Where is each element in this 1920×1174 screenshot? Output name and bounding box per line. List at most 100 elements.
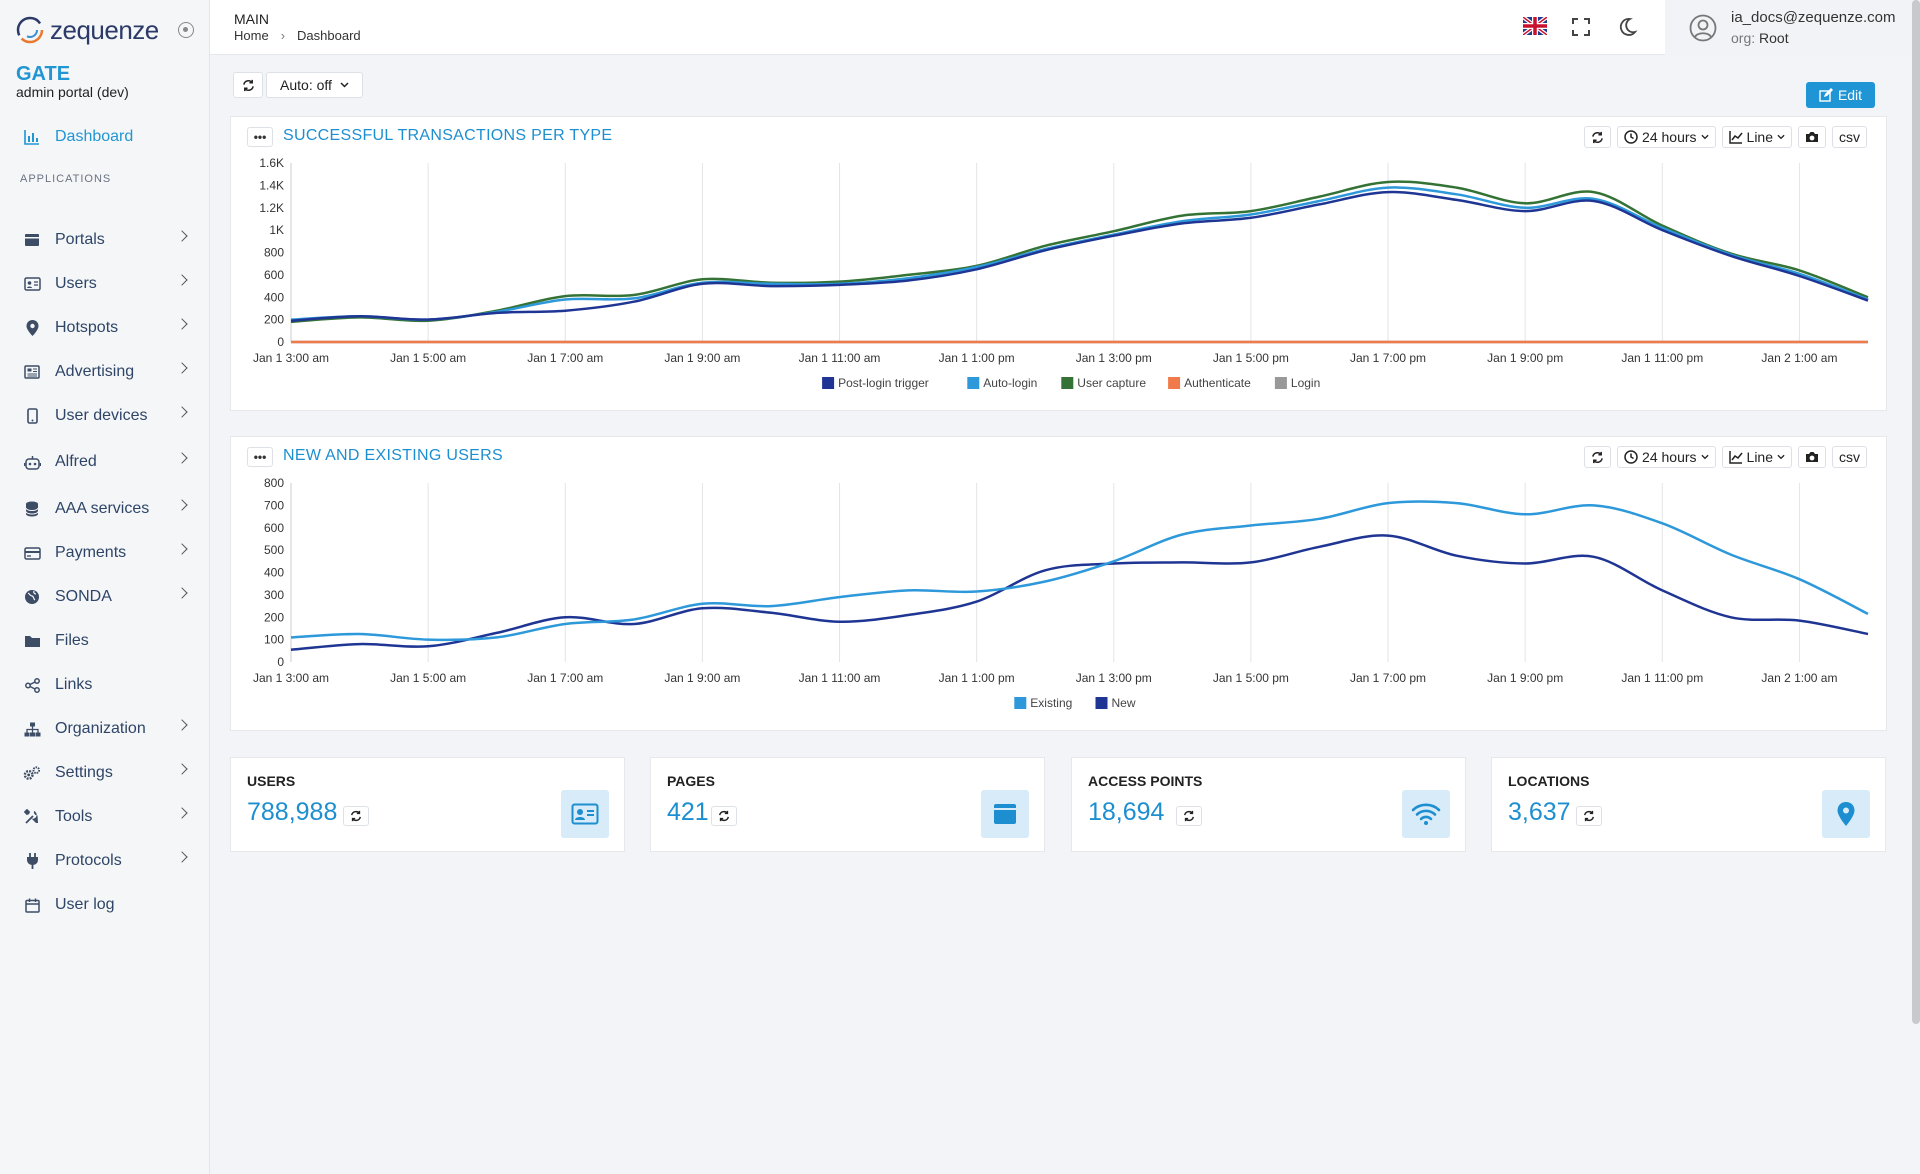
series-line-existing[interactable] — [290, 500, 1869, 642]
user-menu[interactable]: ia_docs@zequenze.com org: Root — [1665, 0, 1920, 55]
chart-refresh-button[interactable] — [1584, 126, 1612, 148]
refresh-icon — [1583, 810, 1595, 822]
chevron-down-icon — [1777, 454, 1785, 460]
pin-sidebar-icon[interactable] — [178, 22, 194, 38]
location-icon — [1822, 790, 1870, 838]
legend-label: Post-login trigger — [838, 376, 929, 390]
y-tick-label: 200 — [264, 610, 284, 624]
card-options-button[interactable]: ••• — [247, 127, 273, 147]
legend-swatch — [1061, 377, 1074, 389]
chevron-right-icon — [176, 851, 188, 863]
sidebar-item-advertising[interactable]: Advertising — [0, 354, 210, 390]
csv-export-button[interactable]: csv — [1832, 446, 1867, 468]
sidebar-item-label: Portals — [55, 231, 105, 248]
stat-card-pages: PAGES 421 — [650, 757, 1045, 852]
database-icon — [23, 500, 41, 518]
sidebar-item-label: Settings — [55, 764, 113, 781]
chevron-right-icon — [176, 499, 188, 511]
sidebar-item-payments[interactable]: Payments — [0, 535, 210, 571]
newspaper-icon — [23, 363, 41, 381]
screenshot-button[interactable] — [1798, 126, 1826, 148]
sidebar-item-portals[interactable]: Portals — [0, 222, 210, 258]
series-line-user-capture[interactable] — [290, 180, 1869, 324]
legend-item[interactable]: Authenticate — [1168, 376, 1251, 390]
time-range-dropdown[interactable]: 24 hours — [1617, 126, 1716, 148]
plug-icon — [23, 852, 41, 870]
clock-icon — [1624, 450, 1638, 464]
users-line-chart: Jan 1 3:00 am Jan 1 5:00 am Jan 1 7:00 am J… — [253, 476, 1869, 710]
sidebar-item-files[interactable]: Files — [0, 623, 210, 659]
time-range-label: 24 hours — [1642, 449, 1697, 465]
csv-export-button[interactable]: csv — [1832, 126, 1867, 148]
sidebar-item-user-devices[interactable]: User devices — [0, 398, 210, 434]
series-line-post-login-trigger[interactable] — [290, 190, 1869, 322]
legend-item[interactable]: Login — [1274, 376, 1320, 390]
legend-item[interactable]: Post-login trigger — [822, 376, 929, 390]
legend-item[interactable]: Auto-login — [967, 376, 1037, 390]
uk-flag-icon[interactable] — [1523, 17, 1547, 35]
portal-icon — [23, 231, 41, 249]
tools-icon — [23, 808, 41, 826]
edit-button[interactable]: Edit — [1806, 82, 1875, 108]
x-tick-label: Jan 1 3:00 am — [253, 351, 329, 365]
auto-refresh-dropdown[interactable]: Auto: off — [266, 72, 363, 98]
logo[interactable]: zequenze — [14, 14, 194, 46]
dark-mode-moon-icon[interactable] — [1616, 16, 1638, 38]
user-avatar-icon — [1689, 14, 1717, 42]
legend-swatch — [822, 377, 835, 389]
chart-refresh-button[interactable] — [1584, 446, 1612, 468]
stat-refresh-button[interactable] — [343, 806, 369, 826]
sidebar-item-aaa-services[interactable]: AAA services — [0, 491, 210, 527]
refresh-icon — [718, 810, 730, 822]
bar-chart-icon — [23, 128, 41, 146]
globe-icon — [23, 588, 41, 606]
sidebar-item-user-log[interactable]: User log — [0, 887, 210, 923]
sidebar-item-sonda[interactable]: SONDA — [0, 579, 210, 615]
sidebar-item-label: Tools — [55, 808, 93, 825]
sidebar-item-organization[interactable]: Organization — [0, 711, 210, 747]
x-tick-label: Jan 1 5:00 am — [390, 351, 466, 365]
chart-title: SUCCESSFUL TRANSACTIONS PER TYPE — [283, 127, 613, 144]
stat-card-users: USERS 788,988 — [230, 757, 625, 852]
sidebar-item-label: Hotspots — [55, 319, 119, 336]
chart-title: NEW AND EXISTING USERS — [283, 447, 503, 464]
legend-item[interactable]: New — [1095, 696, 1136, 710]
sidebar-item-settings[interactable]: Settings — [0, 755, 210, 791]
sidebar-item-links[interactable]: Links — [0, 667, 210, 703]
card-options-button[interactable]: ••• — [247, 447, 273, 467]
legend-item[interactable]: Existing — [1014, 696, 1072, 710]
chevron-right-icon — [176, 807, 188, 819]
x-tick-label: Jan 1 11:00 pm — [1621, 351, 1703, 365]
chart-type-dropdown[interactable]: Line — [1721, 446, 1792, 468]
calendar-icon — [23, 896, 41, 914]
transactions-line-chart: Jan 1 3:00 am Jan 1 5:00 am Jan 1 7:00 am J… — [253, 156, 1869, 390]
legend-label: User capture — [1077, 376, 1146, 390]
fullscreen-icon[interactable] — [1570, 16, 1592, 38]
page-scrollbar[interactable] — [1912, 0, 1920, 1024]
legend-item[interactable]: User capture — [1061, 376, 1146, 390]
chevron-down-icon — [1700, 134, 1709, 140]
stat-refresh-button[interactable] — [1576, 806, 1602, 826]
sidebar-item-tools[interactable]: Tools — [0, 799, 210, 835]
refresh-all-button[interactable] — [233, 72, 263, 98]
screenshot-button[interactable] — [1798, 446, 1826, 468]
breadcrumb-home[interactable]: Home — [234, 28, 269, 43]
chart-type-dropdown[interactable]: Line — [1721, 126, 1792, 148]
legend-label: Auto-login — [983, 376, 1037, 390]
sidebar-item-dashboard[interactable]: Dashboard — [0, 119, 210, 155]
stat-refresh-button[interactable] — [711, 806, 737, 826]
refresh-icon — [1183, 810, 1195, 822]
edit-icon — [1819, 88, 1833, 102]
chevron-right-icon — [176, 318, 188, 330]
chevron-down-icon — [340, 82, 349, 88]
time-range-dropdown[interactable]: 24 hours — [1617, 446, 1716, 468]
sidebar-item-users[interactable]: Users — [0, 266, 210, 302]
sidebar-item-alfred[interactable]: Alfred — [0, 444, 210, 480]
x-tick-label: Jan 1 11:00 am — [799, 351, 881, 365]
stat-refresh-button[interactable] — [1176, 806, 1202, 826]
sidebar-item-label: Alfred — [55, 453, 97, 470]
app-title: GATE — [16, 63, 71, 85]
chart-type-label: Line — [1746, 129, 1773, 145]
sidebar-item-protocols[interactable]: Protocols — [0, 843, 210, 879]
sidebar-item-hotspots[interactable]: Hotspots — [0, 310, 210, 346]
